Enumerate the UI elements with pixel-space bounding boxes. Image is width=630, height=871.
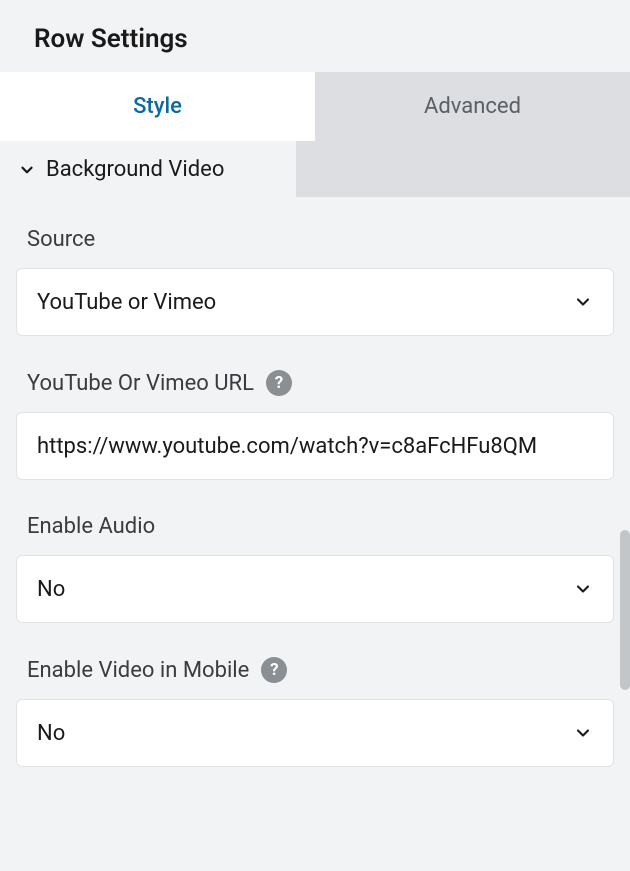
enable-mobile-label: Enable Video in Mobile [27,658,249,683]
field-url: YouTube Or Vimeo URL ? [16,370,614,480]
field-label-row: Source [16,227,614,252]
url-input-wrap [16,412,614,480]
url-label: YouTube Or Vimeo URL [27,371,254,396]
scrollbar-thumb[interactable] [620,530,630,690]
section-title: Background Video [46,157,224,182]
field-label-row: Enable Audio [16,514,614,539]
chevron-down-icon [573,292,593,312]
chevron-down-icon [573,723,593,743]
source-select[interactable]: YouTube or Vimeo [16,268,614,336]
field-enable-audio: Enable Audio No [16,514,614,623]
help-icon[interactable]: ? [261,657,287,683]
field-source: Source YouTube or Vimeo [16,227,614,336]
enable-audio-value: No [37,577,563,602]
source-label: Source [27,227,95,252]
enable-audio-label: Enable Audio [27,514,155,539]
chevron-down-icon [18,161,36,179]
section-toggle-background-video[interactable]: Background Video [0,141,252,198]
url-input[interactable] [37,413,593,479]
field-enable-mobile: Enable Video in Mobile ? No [16,657,614,767]
section-header-wrap: Background Video [0,141,630,197]
chevron-down-icon [573,579,593,599]
tab-style[interactable]: Style [0,72,315,141]
tabs-container: Style Advanced [0,72,630,141]
field-label-row: YouTube Or Vimeo URL ? [16,370,614,396]
source-value: YouTube or Vimeo [37,290,563,315]
fields-container: Source YouTube or Vimeo YouTube Or Vimeo… [0,197,630,767]
field-label-row: Enable Video in Mobile ? [16,657,614,683]
panel-title: Row Settings [0,0,630,72]
tab-advanced[interactable]: Advanced [315,72,630,141]
enable-mobile-select[interactable]: No [16,699,614,767]
help-icon[interactable]: ? [266,370,292,396]
enable-audio-select[interactable]: No [16,555,614,623]
enable-mobile-value: No [37,721,563,746]
